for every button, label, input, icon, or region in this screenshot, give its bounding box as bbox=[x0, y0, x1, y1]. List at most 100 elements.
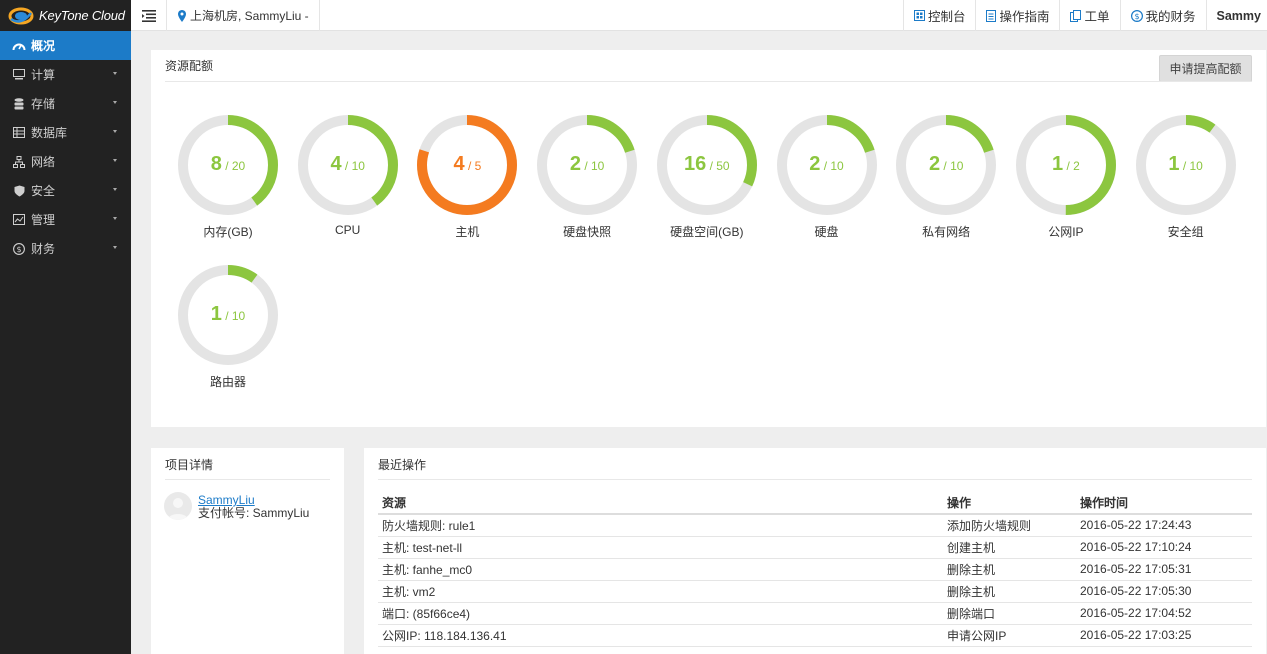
cell-action: 添加防火墙规则 bbox=[943, 514, 1076, 537]
region-label: 上海机房, SammyLiu - bbox=[190, 9, 309, 23]
cell-time: 2016-05-22 17:24:43 bbox=[1076, 514, 1252, 537]
operations-table: 资源 操作 操作时间 防火墙规则: rule1 添加防火墙规则 2016-05-… bbox=[378, 491, 1252, 647]
gauge-value: 4 / 5 bbox=[417, 153, 517, 176]
caret-down-icon bbox=[113, 159, 117, 162]
nav-guide[interactable]: 操作指南 bbox=[975, 0, 1059, 31]
project-panel: 项目详情 SammyLiu 支付帐号: SammyLiu bbox=[151, 448, 344, 654]
cell-resource: 主机: test-net-ll bbox=[378, 536, 943, 559]
monitor-icon bbox=[12, 68, 26, 82]
sidebar-item-label: 概况 bbox=[31, 39, 56, 53]
user-menu[interactable]: Sammy bbox=[1205, 0, 1267, 31]
dashboard-icon bbox=[913, 10, 925, 21]
sidebar-item-label: 管理 bbox=[31, 213, 56, 227]
finance-icon: $ bbox=[1130, 9, 1143, 22]
sidebar-item-label: 存储 bbox=[31, 97, 56, 111]
svg-text:$: $ bbox=[1134, 12, 1139, 21]
table-icon bbox=[12, 126, 26, 140]
cell-action: 删除端口 bbox=[943, 602, 1076, 625]
table-row: 防火墙规则: rule1 添加防火墙规则 2016-05-22 17:24:43 bbox=[378, 514, 1252, 537]
recent-operations-panel: 最近操作 资源 操作 操作时间 防火墙规则: rule1 添加防火墙规则 201… bbox=[364, 448, 1266, 654]
sidebar-item-overview[interactable]: 概况 bbox=[0, 31, 131, 60]
shield-icon bbox=[12, 184, 26, 198]
gauge-used: 4 bbox=[453, 153, 465, 175]
menu-toggle-button[interactable] bbox=[131, 0, 167, 31]
svg-text:$: $ bbox=[16, 245, 21, 254]
gauge-value: 2 / 10 bbox=[896, 153, 996, 176]
user-avatar-icon bbox=[168, 498, 188, 520]
gauge-used: 1 bbox=[1051, 153, 1064, 175]
gauge-value: 8 / 20 bbox=[178, 153, 278, 176]
quota-gauge: 4 / 10 CPU bbox=[297, 115, 398, 245]
cell-action: 创建主机 bbox=[943, 536, 1076, 559]
gauge-value: 1 / 2 bbox=[1016, 153, 1116, 176]
sidebar-item-label: 财务 bbox=[31, 242, 56, 256]
gauge-total: / 10 bbox=[823, 159, 844, 173]
nav-ticket[interactable]: 工单 bbox=[1059, 0, 1119, 31]
sidebar-item-finance[interactable]: $ 财务 bbox=[0, 234, 131, 263]
quota-gauge: 1 / 10 安全组 bbox=[1135, 115, 1236, 245]
quota-gauge: 4 / 5 主机 bbox=[417, 115, 518, 245]
sidebar-item-security[interactable]: 安全 bbox=[0, 176, 131, 205]
cell-time: 2016-05-22 17:05:31 bbox=[1076, 558, 1252, 581]
gauge-used: 8 bbox=[210, 153, 222, 175]
caret-down-icon bbox=[113, 72, 117, 75]
gauge-value: 1 / 10 bbox=[178, 303, 278, 326]
keytone-logo-icon bbox=[8, 7, 34, 24]
cell-action: 删除主机 bbox=[943, 558, 1076, 581]
database-icon bbox=[12, 97, 26, 111]
project-title: 项目详情 bbox=[165, 458, 214, 472]
cell-action: 申请公网IP bbox=[943, 624, 1076, 647]
gauge-used: 16 bbox=[683, 153, 707, 175]
gauge-total: / 10 bbox=[1182, 159, 1203, 173]
gauge-value: 1 / 10 bbox=[1136, 153, 1236, 176]
quota-gauge: 2 / 10 硬盘 bbox=[776, 115, 877, 245]
table-row: 主机: test-net-ll 创建主机 2016-05-22 17:10:24 bbox=[378, 536, 1252, 559]
nav-console-label: 控制台 bbox=[927, 10, 966, 24]
cell-resource: 端口: (85f66ce4) bbox=[378, 602, 943, 625]
dollar-icon: $ bbox=[12, 242, 26, 256]
gauge-used: 2 bbox=[928, 153, 941, 175]
gauge-label: 安全组 bbox=[1167, 225, 1204, 239]
nav-console[interactable]: 控制台 bbox=[902, 0, 976, 31]
quota-panel: 资源配额 申请提高配额 8 / 20 内存(GB) 4 / 10 CPU 4 / 5 主机… bbox=[151, 50, 1266, 427]
gauge-total: / 50 bbox=[709, 159, 730, 173]
quota-gauge: 16 / 50 硬盘空间(GB) bbox=[656, 115, 757, 245]
gauge-total: / 20 bbox=[225, 159, 246, 173]
cell-time: 2016-05-22 17:05:30 bbox=[1076, 580, 1252, 603]
cell-time: 2016-05-22 17:04:52 bbox=[1076, 602, 1252, 625]
sidebar: 概况 计算 存储 数据库 网络 安全 管理 $ 财务 bbox=[0, 31, 131, 654]
gauge-value: 4 / 10 bbox=[298, 153, 398, 176]
sidebar-item-network[interactable]: 网络 bbox=[0, 147, 131, 176]
sidebar-item-management[interactable]: 管理 bbox=[0, 205, 131, 234]
gauge-used: 1 bbox=[1168, 153, 1180, 175]
cell-resource: 防火墙规则: rule1 bbox=[378, 514, 943, 537]
brand-name: KeyTone Cloud bbox=[39, 8, 125, 23]
region-selector[interactable]: 上海机房, SammyLiu - bbox=[168, 0, 320, 31]
quota-gauge: 2 / 10 硬盘快照 bbox=[537, 115, 638, 245]
brand[interactable]: KeyTone Cloud bbox=[0, 0, 131, 31]
cell-time: 2016-05-22 17:03:25 bbox=[1076, 624, 1252, 647]
cell-action: 删除主机 bbox=[943, 580, 1076, 603]
nav-finance[interactable]: $ 我的财务 bbox=[1119, 0, 1206, 31]
gauge-total: / 10 bbox=[584, 159, 605, 173]
payment-account: 支付帐号: SammyLiu bbox=[198, 506, 310, 520]
column-header-resource: 资源 bbox=[378, 491, 943, 515]
gauge-total: / 10 bbox=[344, 159, 365, 173]
top-nav: 控制台 操作指南 工单 $ 我的财务 Sammy bbox=[902, 0, 1267, 31]
gauge-icon bbox=[12, 39, 26, 53]
sidebar-item-storage[interactable]: 存储 bbox=[0, 89, 131, 118]
sidebar-item-label: 计算 bbox=[31, 68, 56, 82]
sidebar-item-database[interactable]: 数据库 bbox=[0, 118, 131, 147]
caret-down-icon bbox=[113, 246, 117, 249]
apply-quota-button[interactable]: 申请提高配额 bbox=[1159, 55, 1252, 82]
caret-down-icon bbox=[113, 101, 117, 104]
sidebar-item-compute[interactable]: 计算 bbox=[0, 60, 131, 89]
guide-icon bbox=[986, 9, 997, 22]
location-pin-icon bbox=[178, 9, 186, 22]
gauge-total: / 10 bbox=[943, 159, 964, 173]
gauge-used: 2 bbox=[809, 153, 821, 175]
hamburger-icon bbox=[141, 9, 156, 22]
gauge-label: 路由器 bbox=[209, 375, 246, 389]
quota-gauge: 1 / 10 路由器 bbox=[178, 265, 278, 395]
caret-down-icon bbox=[113, 217, 117, 220]
